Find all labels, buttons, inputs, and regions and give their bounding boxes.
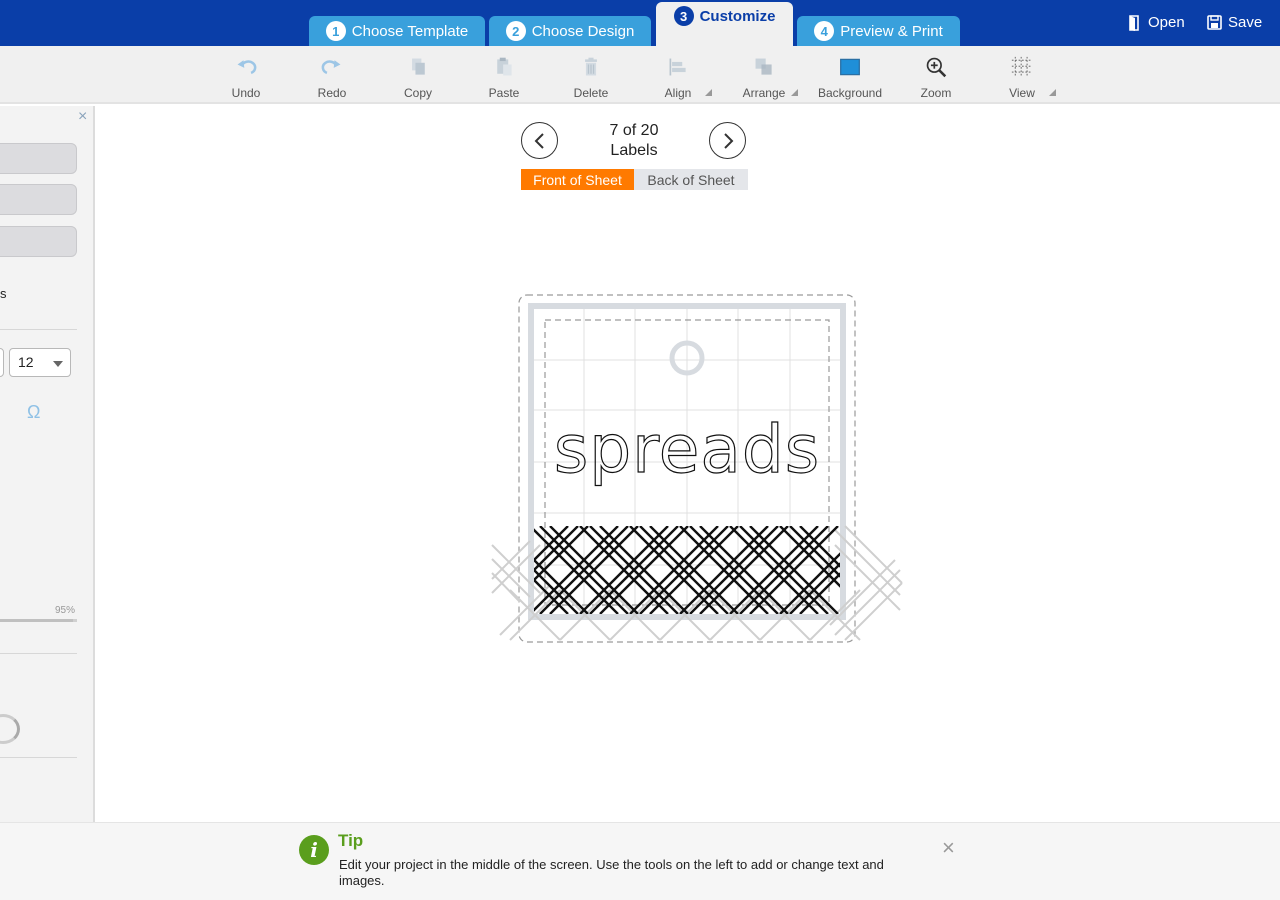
background-label: Background xyxy=(817,86,883,100)
view-button[interactable]: View xyxy=(982,56,1062,100)
copy-icon xyxy=(412,58,425,75)
info-icon: i xyxy=(299,835,329,865)
arrange-button[interactable]: Arrange xyxy=(724,56,804,100)
open-button[interactable]: Open xyxy=(1128,14,1185,31)
redo-button[interactable]: Redo xyxy=(292,56,372,100)
label-canvas[interactable]: spreads xyxy=(490,290,905,645)
paste-button[interactable]: Paste xyxy=(464,56,544,100)
chevron-down-icon xyxy=(53,361,63,367)
tab-label: Preview & Print xyxy=(840,22,943,40)
undo-label: Undo xyxy=(231,86,261,100)
tip-bar: i Tip Edit your project in the middle of… xyxy=(0,822,1280,900)
divider xyxy=(0,757,77,758)
label-counter: 7 of 20 Labels xyxy=(584,121,684,161)
font-size-value: 12 xyxy=(18,354,34,370)
font-size-select[interactable]: 12 xyxy=(9,348,71,377)
next-label-button[interactable] xyxy=(709,122,746,159)
close-icon[interactable]: × xyxy=(78,108,87,126)
paste-label: Paste xyxy=(488,86,520,100)
zoom-button[interactable]: Zoom xyxy=(896,56,976,100)
save-button[interactable]: Save xyxy=(1207,14,1262,31)
tab-back-of-sheet[interactable]: Back of Sheet xyxy=(634,169,748,190)
chevron-right-icon xyxy=(723,132,733,149)
background-icon xyxy=(840,58,860,76)
top-bar: 1 Choose Template 2 Choose Design 3 Cust… xyxy=(0,0,1280,46)
arrange-label: Arrange xyxy=(742,86,786,100)
delete-label: Delete xyxy=(573,86,609,100)
panel-button-1[interactable] xyxy=(0,143,77,174)
tab-choose-design[interactable]: 2 Choose Design xyxy=(489,16,651,46)
align-icon xyxy=(669,58,686,76)
step-number: 4 xyxy=(814,21,835,41)
tab-label: Customize xyxy=(699,7,776,25)
dropdown-caret-icon xyxy=(791,89,798,96)
tab-label: Choose Design xyxy=(531,22,635,40)
trash-icon xyxy=(585,57,597,76)
align-button[interactable]: Align xyxy=(638,56,718,100)
close-icon[interactable]: × xyxy=(942,835,955,861)
open-icon xyxy=(1129,14,1139,31)
tab-preview-print[interactable]: 4 Preview & Print xyxy=(797,16,960,46)
tab-front-of-sheet[interactable]: Front of Sheet xyxy=(521,169,634,190)
step-number: 3 xyxy=(673,6,694,26)
copy-label: Copy xyxy=(403,86,432,100)
background-button[interactable]: Background xyxy=(810,56,890,100)
arrange-icon xyxy=(755,58,772,75)
redo-icon xyxy=(321,60,341,75)
align-label: Align xyxy=(664,86,692,100)
label-text[interactable]: spreads xyxy=(553,410,820,488)
tab-customize[interactable]: 3 Customize xyxy=(656,2,793,46)
opacity-slider[interactable] xyxy=(0,619,77,622)
save-icon xyxy=(1207,15,1222,30)
previous-label-button[interactable] xyxy=(521,122,558,159)
label-unit: Labels xyxy=(610,142,658,159)
opacity-slider-fill xyxy=(0,619,74,622)
redo-label: Redo xyxy=(317,86,347,100)
tab-choose-template[interactable]: 1 Choose Template xyxy=(309,16,485,46)
divider xyxy=(0,653,77,654)
opacity-value: 95% xyxy=(55,605,76,616)
panel-button-2[interactable] xyxy=(0,184,77,215)
left-panel: × s 12 Ω 95% xyxy=(0,106,95,822)
save-label: Save xyxy=(1228,14,1263,31)
dropdown-caret-icon xyxy=(705,89,712,96)
zoom-icon xyxy=(926,57,947,78)
font-select[interactable] xyxy=(0,348,4,377)
toolbar: Undo Redo Copy Paste Delete Align Arrang… xyxy=(0,46,1280,104)
delete-button[interactable]: Delete xyxy=(551,56,631,100)
zoom-label: Zoom xyxy=(920,86,952,100)
panel-text-fragment: s xyxy=(0,286,7,301)
undo-button[interactable]: Undo xyxy=(206,56,286,100)
panel-button-3[interactable] xyxy=(0,226,77,257)
undo-icon xyxy=(237,60,257,75)
divider xyxy=(0,329,77,330)
tab-label: Choose Template xyxy=(351,22,469,40)
dropdown-caret-icon xyxy=(1049,89,1056,96)
label-count: 7 of 20 xyxy=(609,122,659,139)
special-characters-icon[interactable]: Ω xyxy=(27,402,40,423)
chevron-left-icon xyxy=(534,132,544,149)
copy-button[interactable]: Copy xyxy=(378,56,458,100)
open-label: Open xyxy=(1148,14,1185,31)
step-number: 2 xyxy=(505,21,526,41)
grid-icon xyxy=(1011,56,1033,78)
tip-body: Edit your project in the middle of the s… xyxy=(339,857,884,888)
paste-icon xyxy=(497,57,512,76)
step-number: 1 xyxy=(325,21,346,41)
rotate-dial[interactable] xyxy=(0,714,20,744)
view-label: View xyxy=(1009,86,1035,100)
tip-title: Tip xyxy=(338,831,364,850)
